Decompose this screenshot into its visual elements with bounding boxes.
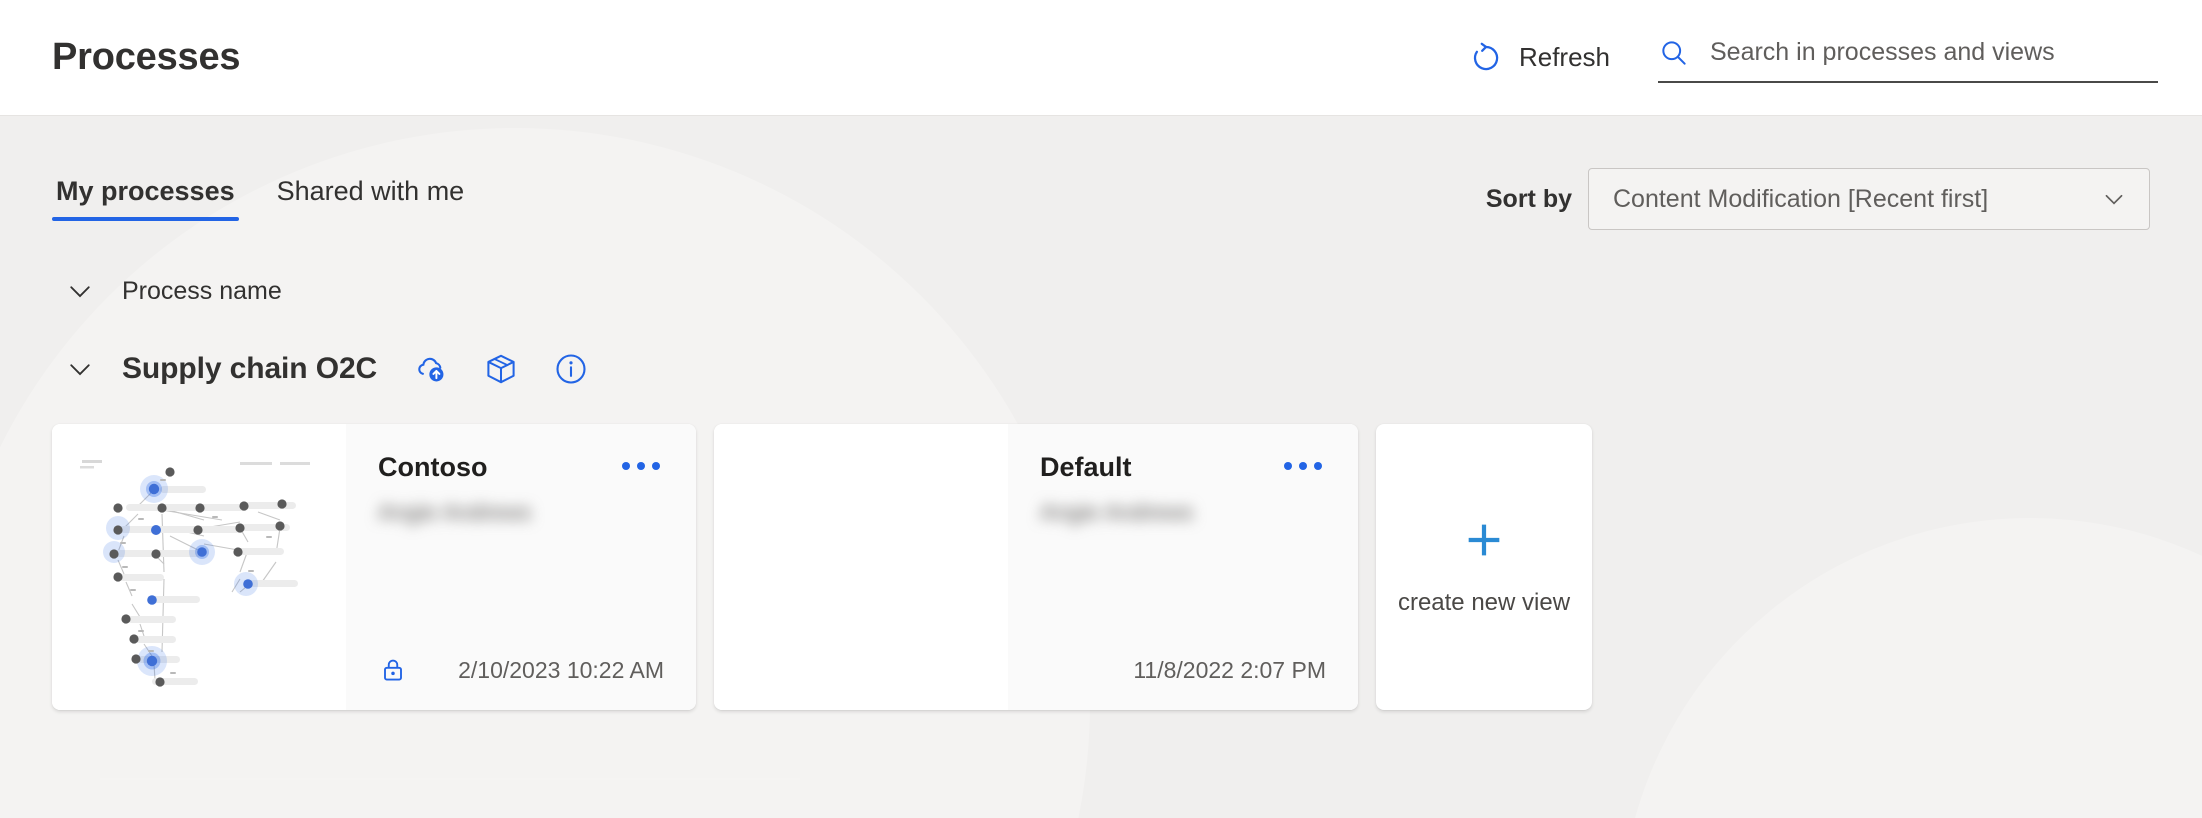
view-more-options-button[interactable] [618,452,664,480]
package-box-button[interactable] [479,347,523,391]
refresh-button[interactable]: Refresh [1461,35,1618,81]
list-toolbar: My processes Shared with me Sort by Cont… [0,158,2202,248]
plus-icon [1461,517,1507,563]
more-horizontal-icon [622,462,660,470]
info-button[interactable] [549,347,593,391]
tab-my-processes[interactable]: My processes [52,176,239,221]
view-thumbnail [52,424,346,710]
more-horizontal-icon [1284,462,1322,470]
refresh-label: Refresh [1518,42,1610,72]
view-card[interactable]: Contoso Angie Andrews 2/10/2023 10:22 AM [52,424,696,710]
search-icon [1658,37,1690,69]
view-author: Angie Andrews [1040,499,1194,525]
view-card-footer: 11/8/2022 2:07 PM [1040,652,1326,688]
cloud-upload-button[interactable] [409,347,453,391]
group-header-collapse-toggle[interactable] [52,263,108,319]
view-title: Contoso [378,452,488,482]
chevron-down-icon [65,276,95,306]
page-title: Processes [52,36,241,78]
view-title: Default [1040,452,1132,482]
process-name: Supply chain O2C [122,352,378,385]
header-actions: Refresh [1461,33,2158,83]
sort-control: Sort by Content Modification [Recent fir… [1486,158,2150,230]
view-card-header: Default [1040,452,1326,483]
group-header-label: Process name [122,276,282,305]
view-thumbnail [714,424,1008,710]
sort-by-label: Sort by [1485,184,1572,213]
sort-by-dropdown[interactable]: Content Modification [Recent first] [1588,168,2150,230]
view-date: 2/10/2023 10:22 AM [458,656,664,683]
chevron-down-icon [2101,186,2127,212]
process-action-icons [409,347,593,391]
process-collapse-toggle[interactable] [52,341,108,397]
create-new-view-card[interactable]: create new view [1376,424,1592,710]
tab-list: My processes Shared with me [52,158,468,221]
view-more-options-button[interactable] [1280,452,1326,480]
lock-icon [378,655,408,685]
view-card-body: Contoso Angie Andrews 2/10/2023 10:22 AM [346,424,696,710]
package-box-icon [483,351,519,387]
sort-by-value: Content Modification [Recent first] [1613,184,1989,213]
view-card-body: Default Angie Andrews 11/8/2022 2:07 PM [1008,424,1358,710]
tab-shared-with-me[interactable]: Shared with me [273,176,469,221]
views-card-row: Contoso Angie Andrews 2/10/2023 10:22 AM… [0,424,2202,710]
page-header: Processes Refresh [0,0,2202,116]
process-list: Process name Supply chain O2C [0,260,2202,412]
refresh-circular-arrow-icon [1469,41,1503,75]
info-circle-icon [553,351,589,387]
search-input[interactable] [1710,38,2158,67]
background-decoration-line [100,778,800,780]
processes-page: Processes Refresh Search in processes an… [0,0,2202,818]
cloud-upload-icon [413,351,449,387]
view-card-footer: 2/10/2023 10:22 AM [378,652,664,688]
group-header-row: Process name [52,260,2150,322]
search-box[interactable] [1658,33,2158,83]
view-author: Angie Andrews [378,499,532,525]
view-card[interactable]: Default Angie Andrews 11/8/2022 2:07 PM [714,424,1358,710]
chevron-down-icon [65,354,95,384]
create-new-view-label: create new view [1397,589,1571,616]
view-date: 11/8/2022 2:07 PM [1133,656,1326,683]
process-row: Supply chain O2C [52,326,2150,412]
view-card-header: Contoso [378,452,664,483]
